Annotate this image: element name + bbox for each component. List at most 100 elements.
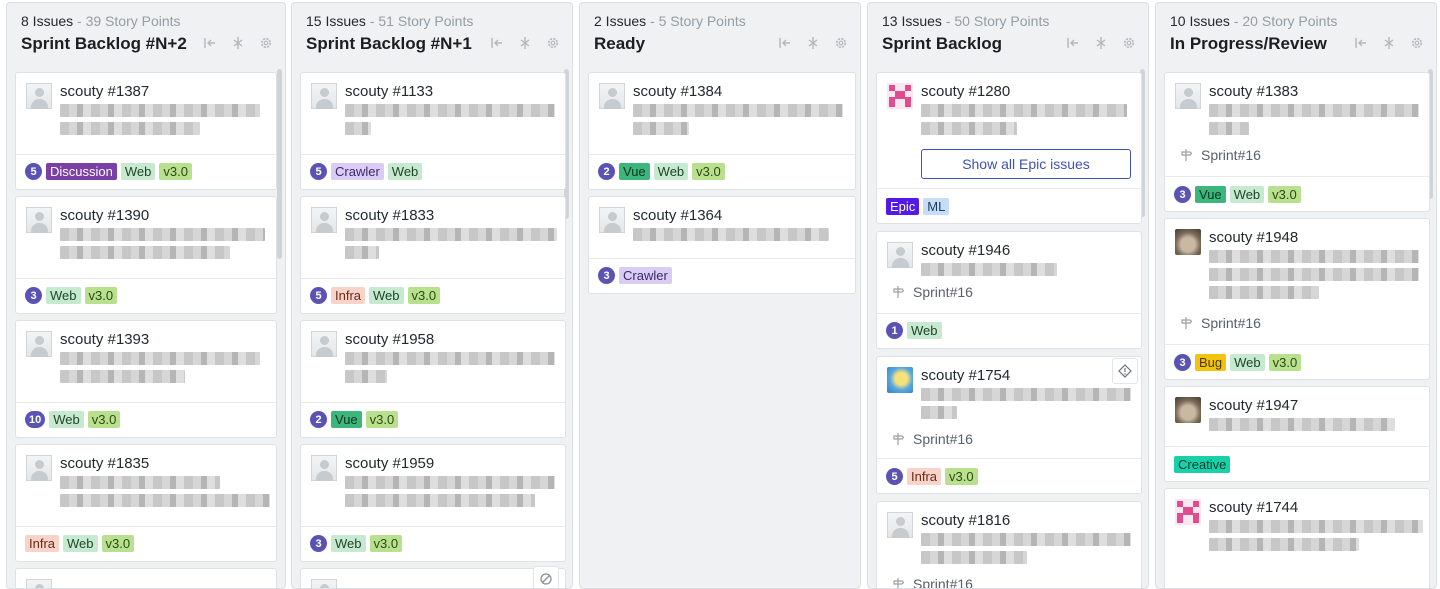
gear-icon[interactable] <box>1122 36 1136 50</box>
redacted-description <box>921 533 1131 546</box>
label[interactable]: Infra <box>25 535 60 552</box>
issue-card[interactable]: scouty #1816 Sprint#16 <box>876 501 1142 588</box>
gear-icon[interactable] <box>834 36 848 50</box>
issue-card-partial[interactable] <box>300 568 566 588</box>
block-icon[interactable] <box>533 566 559 588</box>
label[interactable]: Discussion <box>46 163 117 180</box>
label[interactable]: Web <box>369 287 404 304</box>
label[interactable]: Infra <box>331 287 366 304</box>
expand-icon[interactable] <box>231 36 245 50</box>
redacted-description <box>633 228 829 241</box>
issue-title: scouty #1816 <box>921 512 1011 529</box>
issue-card-partial[interactable] <box>15 568 277 588</box>
label[interactable]: v3.0 <box>87 411 121 428</box>
label[interactable]: v3.0 <box>365 411 399 428</box>
label[interactable]: v3.0 <box>159 163 192 180</box>
label[interactable]: v3.0 <box>101 535 135 552</box>
label[interactable]: v3.0 <box>692 163 725 180</box>
gear-icon[interactable] <box>546 36 560 50</box>
label[interactable]: v3.0 <box>407 287 441 304</box>
issue-card[interactable]: scouty #1946 Sprint#16 1 Web <box>876 231 1142 349</box>
label[interactable]: Vue <box>331 411 362 428</box>
label[interactable]: v3.0 <box>84 287 118 304</box>
issue-title: scouty #1390 <box>60 207 150 224</box>
label[interactable]: Web <box>387 163 423 180</box>
label[interactable]: Web <box>46 287 81 304</box>
label[interactable]: ML <box>923 198 950 215</box>
avatar <box>311 331 337 357</box>
label[interactable]: v3.0 <box>1268 354 1302 371</box>
gear-icon[interactable] <box>1410 36 1424 50</box>
label[interactable]: v3.0 <box>1268 186 1301 203</box>
issue-card[interactable]: scouty #1835 Infra Web v3.0 <box>15 444 277 562</box>
milestone-icon <box>893 286 905 298</box>
points-badge: 3 <box>310 535 327 552</box>
label[interactable]: Web <box>907 322 942 339</box>
column-sprint-backlog-n1: 15 Issues - 51 Story Points Sprint Backl… <box>291 2 573 589</box>
expand-icon[interactable] <box>806 36 820 50</box>
label[interactable]: Vue <box>1195 186 1226 203</box>
label[interactable]: Creative <box>1174 456 1231 473</box>
collapse-icon[interactable] <box>490 36 504 50</box>
show-epic-issues-button[interactable]: Show all Epic issues <box>921 149 1131 179</box>
issue-title: scouty #1958 <box>345 331 435 348</box>
collapse-icon[interactable] <box>778 36 792 50</box>
sprint-milestone: Sprint#16 <box>891 576 973 588</box>
issue-card[interactable]: scouty #1744 <box>1164 488 1430 588</box>
label[interactable]: Web <box>1230 354 1265 371</box>
label[interactable]: Web <box>120 163 156 180</box>
expand-icon[interactable] <box>518 36 532 50</box>
issue-count: 10 Issues <box>1170 13 1230 29</box>
milestone-icon <box>1181 317 1193 329</box>
milestone-icon <box>893 578 905 588</box>
issue-card[interactable]: scouty #1387 5 Discussion Web v3.0 <box>15 72 277 190</box>
issue-title: scouty #1384 <box>633 83 723 100</box>
redacted-description <box>345 122 371 135</box>
label[interactable]: v3.0 <box>945 468 978 485</box>
issue-card[interactable]: scouty #1948 Sprint#16 3 Bug Web v3.0 <box>1164 218 1430 380</box>
issue-card[interactable]: scouty #1133 5 Crawler Web <box>300 72 566 190</box>
redacted-description <box>60 104 260 117</box>
issue-card[interactable]: scouty #1390 3 Web v3.0 <box>15 196 277 314</box>
label[interactable]: Web <box>63 535 98 552</box>
column-sprint-backlog: 13 Issues - 50 Story Points Sprint Backl… <box>867 2 1149 589</box>
issue-card-epic[interactable]: scouty #1280 Show all Epic issues Epic M… <box>876 72 1142 224</box>
issue-card[interactable]: scouty #1364 3 Crawler <box>588 196 856 294</box>
scrollbar[interactable] <box>277 69 282 259</box>
column-header: 10 Issues - 20 Story Points In Progress/… <box>1156 3 1436 67</box>
label[interactable]: v3.0 <box>369 535 403 552</box>
kanban-board: 8 Issues - 39 Story Points Sprint Backlo… <box>0 0 1440 589</box>
redacted-description <box>1209 418 1395 431</box>
label[interactable]: Web <box>331 535 366 552</box>
expand-icon[interactable] <box>1382 36 1396 50</box>
issue-card[interactable]: scouty #1384 2 Vue Web v3.0 <box>588 72 856 190</box>
redacted-description <box>1209 250 1419 263</box>
column-header: 8 Issues - 39 Story Points Sprint Backlo… <box>7 3 285 67</box>
issue-card[interactable]: scouty #1754 Sprint#16 5 Infra v3.0 <box>876 356 1142 494</box>
redacted-description <box>633 104 843 117</box>
points-badge: 5 <box>25 163 42 180</box>
issue-card[interactable]: scouty #1833 5 Infra Web v3.0 <box>300 196 566 314</box>
label[interactable]: Infra <box>907 468 942 485</box>
label[interactable]: Bug <box>1195 354 1227 371</box>
label[interactable]: Web <box>653 163 689 180</box>
label[interactable]: Epic <box>886 198 920 215</box>
label[interactable]: Web <box>1229 186 1265 203</box>
collapse-icon[interactable] <box>1354 36 1368 50</box>
issue-title: scouty #1833 <box>345 207 435 224</box>
issue-card[interactable]: scouty #1959 3 Web v3.0 <box>300 444 566 562</box>
expand-icon[interactable] <box>1094 36 1108 50</box>
label[interactable]: Crawler <box>331 163 384 180</box>
issue-card[interactable]: scouty #1947 Creative <box>1164 386 1430 482</box>
gear-icon[interactable] <box>259 36 273 50</box>
label[interactable]: Web <box>49 411 84 428</box>
label[interactable]: Vue <box>619 163 650 180</box>
issue-card[interactable]: scouty #1958 2 Vue v3.0 <box>300 320 566 438</box>
issue-card[interactable]: scouty #1393 10 Web v3.0 <box>15 320 277 438</box>
issue-card[interactable]: scouty #1383 Sprint#16 3 Vue Web v3.0 <box>1164 72 1430 212</box>
collapse-icon[interactable] <box>203 36 217 50</box>
label[interactable]: Crawler <box>619 267 672 284</box>
redacted-description <box>60 476 220 489</box>
collapse-icon[interactable] <box>1066 36 1080 50</box>
issue-type-icon[interactable] <box>1112 358 1138 384</box>
